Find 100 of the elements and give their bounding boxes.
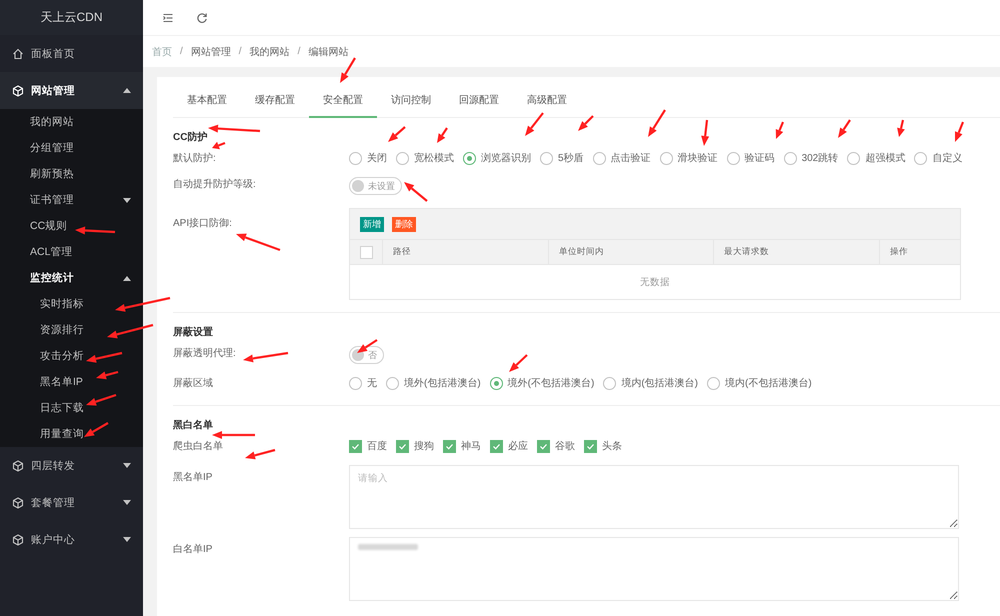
- sidebar-item[interactable]: ACL管理: [0, 239, 143, 265]
- radio-button[interactable]: [592, 152, 606, 164]
- radio-button[interactable]: [847, 152, 860, 164]
- radio-option[interactable]: 验证码: [726, 151, 775, 165]
- radio-option[interactable]: 滑块验证: [660, 151, 718, 165]
- checkbox[interactable]: [537, 440, 550, 452]
- menu-icon: [162, 12, 174, 24]
- radio-button[interactable]: [726, 152, 740, 164]
- sidebar-item[interactable]: 刷新预热: [0, 161, 143, 187]
- checkbox[interactable]: [396, 440, 409, 452]
- radio-label: 验证码: [744, 152, 775, 165]
- checkbox-label: 搜狗: [414, 440, 434, 453]
- home-icon: [12, 48, 24, 60]
- annotation-arrow: [245, 448, 276, 460]
- radio-label: 境内(包括港澳台): [621, 376, 698, 390]
- check-icon: [351, 442, 360, 450]
- sidebar-item[interactable]: 监控统计: [0, 265, 143, 291]
- field-label: 白名单IP: [173, 542, 212, 556]
- checkbox-label: 必应: [508, 440, 528, 453]
- sidebar-item[interactable]: 攻击分析: [0, 343, 143, 369]
- tab[interactable]: 基本配置: [173, 83, 241, 118]
- sidebar-item[interactable]: 实时指标: [0, 291, 143, 317]
- app-title: 天上云CDN: [0, 0, 143, 35]
- text-area[interactable]: 请输入: [349, 465, 959, 529]
- checkbox[interactable]: [349, 440, 362, 452]
- annotation-arrow: [578, 115, 594, 131]
- caret-icon: [123, 463, 131, 468]
- radio-option[interactable]: 无: [349, 376, 377, 390]
- radio-button[interactable]: [349, 376, 362, 390]
- radio-option[interactable]: 宽松模式: [396, 151, 454, 165]
- caret-icon: [123, 500, 131, 505]
- breadcrumb-separator: /: [180, 46, 183, 57]
- radio-option[interactable]: 关闭: [349, 151, 387, 165]
- radio-button[interactable]: [707, 376, 720, 390]
- radio-option[interactable]: 5秒盾: [540, 151, 584, 165]
- radio-button[interactable]: [386, 376, 399, 390]
- sidebar-item[interactable]: 日志下载: [0, 395, 143, 421]
- sidebar-item[interactable]: 分组管理: [0, 135, 143, 161]
- check-icon: [398, 442, 407, 450]
- radio-option[interactable]: 浏览器识别: [463, 151, 531, 165]
- sidebar-item[interactable]: CC规则: [0, 213, 143, 239]
- field-label: 屏蔽区域: [173, 376, 213, 390]
- tab[interactable]: 安全配置: [309, 83, 377, 118]
- field-label: 爬虫白名单: [173, 440, 223, 453]
- sidebar-item[interactable]: 网站管理: [0, 72, 143, 109]
- checkbox[interactable]: [443, 440, 456, 452]
- refresh-icon: [196, 12, 208, 24]
- text-area[interactable]: [349, 537, 959, 601]
- cube-icon: [12, 534, 24, 546]
- sidebar-item[interactable]: 资源排行: [0, 317, 143, 343]
- checkbox[interactable]: [584, 440, 597, 452]
- radio-label: 点击验证: [610, 152, 651, 165]
- radio-option[interactable]: 境内(包括港澳台): [603, 376, 698, 390]
- radio-label: 无: [367, 377, 377, 390]
- annotation-arrow: [776, 122, 784, 139]
- radio-option[interactable]: 超强模式: [847, 151, 906, 165]
- sidebar-item[interactable]: 黑名单IP: [0, 369, 143, 395]
- sidebar-item[interactable]: 我的网站: [0, 109, 143, 135]
- checkbox-label: 百度: [367, 440, 387, 453]
- radio-button[interactable]: [396, 152, 409, 164]
- radio-option[interactable]: 自定义: [914, 151, 962, 165]
- caret-icon: [123, 537, 131, 542]
- sidebar-item[interactable]: 用量查询: [0, 421, 143, 447]
- radio-button[interactable]: [540, 152, 553, 164]
- checkbox[interactable]: [490, 440, 503, 452]
- sidebar-item[interactable]: 证书管理: [0, 187, 143, 213]
- radio-option[interactable]: 境内(不包括港澳台): [707, 376, 812, 390]
- radio-option[interactable]: 境外(不包括港澳台): [490, 376, 594, 390]
- radio-button[interactable]: [490, 376, 503, 390]
- caret-icon: [123, 88, 131, 93]
- sidebar-item[interactable]: 账户中心: [0, 521, 143, 558]
- breadcrumb-item: 网站管理: [190, 46, 231, 58]
- sidebar-item[interactable]: 套餐管理: [0, 484, 143, 521]
- field-label: 默认防护:: [173, 152, 216, 165]
- checkbox[interactable]: [360, 246, 373, 258]
- sidebar-item[interactable]: 四层转发: [0, 447, 143, 484]
- tab[interactable]: 回源配置: [445, 83, 513, 118]
- radio-label: 境内(不包括港澳台): [725, 376, 812, 390]
- radio-button[interactable]: [349, 152, 362, 164]
- tab[interactable]: 缓存配置: [241, 83, 309, 118]
- radio-option[interactable]: 点击验证: [592, 151, 651, 165]
- field-label: API接口防御:: [173, 216, 232, 230]
- radio-button[interactable]: [914, 152, 928, 164]
- toolbar-button[interactable]: 新增: [360, 216, 384, 232]
- radio-option[interactable]: 302跳转: [784, 151, 838, 165]
- annotation-arrow: [212, 142, 226, 150]
- sidebar-item[interactable]: 面板首页: [0, 35, 143, 72]
- radio-button[interactable]: [660, 152, 673, 164]
- tab[interactable]: 访问控制: [377, 83, 445, 118]
- annotation-arrow: [437, 127, 448, 143]
- radio-button[interactable]: [784, 152, 797, 164]
- radio-button[interactable]: [603, 376, 616, 390]
- section-title: 黑白名单: [173, 418, 213, 432]
- radio-label: 浏览器识别: [481, 152, 531, 165]
- radio-option[interactable]: 境外(包括港澳台): [386, 376, 481, 390]
- annotation-arrow: [648, 109, 666, 137]
- annotation-arrow: [84, 422, 109, 437]
- check-icon: [492, 442, 501, 450]
- tab[interactable]: 高级配置: [513, 83, 581, 118]
- radio-button[interactable]: [463, 152, 476, 164]
